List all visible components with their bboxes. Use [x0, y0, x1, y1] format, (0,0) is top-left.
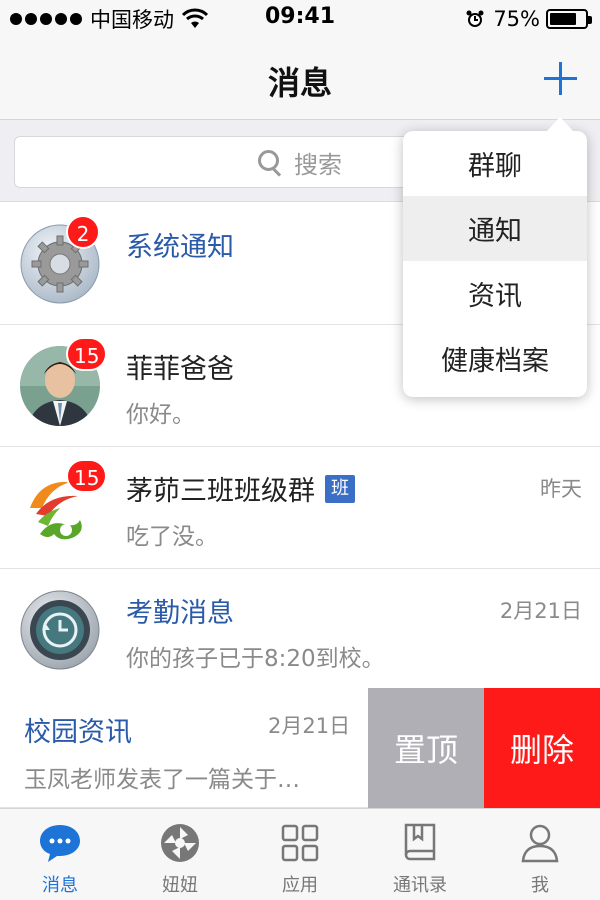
message-time: 2月21日 — [499, 599, 582, 623]
list-item[interactable]: 考勤消息 2月21日 你的孩子已于8:20到校。 — [0, 569, 600, 691]
message-time: 2月21日 — [268, 714, 351, 738]
menu-item-health-record[interactable]: 健康档案 — [403, 326, 587, 391]
tab-contacts[interactable]: 通讯录 — [360, 809, 480, 900]
message-title-row: 茅茆三班班级群 班 — [126, 469, 355, 508]
message-title: 系统通知 — [126, 232, 234, 263]
status-bar: 中国移动 09:41 75% — [0, 0, 600, 38]
signal-strength-icon — [10, 13, 82, 25]
tab-label: 妞妞 — [162, 875, 198, 896]
user-icon — [521, 824, 559, 863]
menu-item-group-chat[interactable]: 群聊 — [403, 131, 587, 196]
carrier-name: 中国移动 — [90, 8, 174, 32]
delete-button[interactable]: 删除 — [484, 688, 600, 808]
battery-fill — [550, 13, 576, 25]
search-placeholder: 搜索 — [294, 150, 342, 179]
status-right: 75% — [465, 5, 592, 33]
search-icon — [258, 150, 282, 174]
alarm-icon — [466, 10, 484, 27]
message-preview: 玉凤老师发表了一篇关于… — [24, 767, 300, 793]
tab-label: 应用 — [282, 875, 318, 896]
pin-button[interactable]: 置顶 — [368, 688, 484, 808]
nav-bar: 消息 — [0, 38, 600, 120]
clock-icon — [20, 590, 100, 670]
camera-aperture-icon — [161, 824, 199, 862]
battery-icon — [546, 9, 592, 29]
battery-percent: 75% — [493, 7, 540, 31]
menu-item-notice[interactable]: 通知 — [403, 196, 587, 261]
dropdown-arrow — [546, 117, 574, 132]
message-preview: 你的孩子已于8:20到校。 — [126, 646, 385, 672]
status-left: 中国移动 — [10, 5, 208, 33]
wifi-icon — [182, 8, 208, 28]
unread-badge: 15 — [66, 337, 108, 371]
message-preview: 你好。 — [126, 402, 195, 428]
chat-bubble-icon — [40, 825, 80, 862]
tab-label: 我 — [531, 875, 549, 896]
tab-apps[interactable]: 应用 — [240, 809, 360, 900]
page-title: 消息 — [267, 64, 332, 102]
message-time: 昨天 — [540, 477, 582, 501]
unread-badge: 15 — [66, 459, 108, 493]
plus-icon[interactable] — [542, 60, 578, 96]
list-item[interactable]: 15 茅茆三班班级群 班 昨天 吃了没。 — [0, 447, 600, 569]
message-preview: 吃了没。 — [126, 524, 218, 550]
unread-badge: 2 — [66, 215, 100, 249]
message-title: 校园资讯 — [24, 717, 132, 748]
class-tag: 班 — [325, 474, 355, 503]
tab-me[interactable]: 我 — [480, 809, 600, 900]
add-menu-dropdown: 群聊 通知 资讯 健康档案 — [403, 131, 587, 397]
menu-item-news[interactable]: 资讯 — [403, 261, 587, 326]
grid-icon — [281, 824, 319, 862]
tab-label: 通讯录 — [393, 875, 447, 896]
message-title: 菲菲爸爸 — [126, 354, 234, 385]
list-item-swiped[interactable]: 校园资讯 2月21日 玉凤老师发表了一篇关于… 置顶 删除 — [0, 688, 600, 808]
tab-niuniu[interactable]: 妞妞 — [120, 809, 240, 900]
message-title: 考勤消息 — [126, 598, 234, 629]
tab-bar: 消息 妞妞 应用 通讯录 我 — [0, 808, 600, 900]
book-icon — [404, 823, 436, 861]
tab-messages[interactable]: 消息 — [0, 809, 120, 900]
tab-label: 消息 — [42, 875, 78, 896]
message-title: 茅茆三班班级群 — [126, 476, 315, 507]
